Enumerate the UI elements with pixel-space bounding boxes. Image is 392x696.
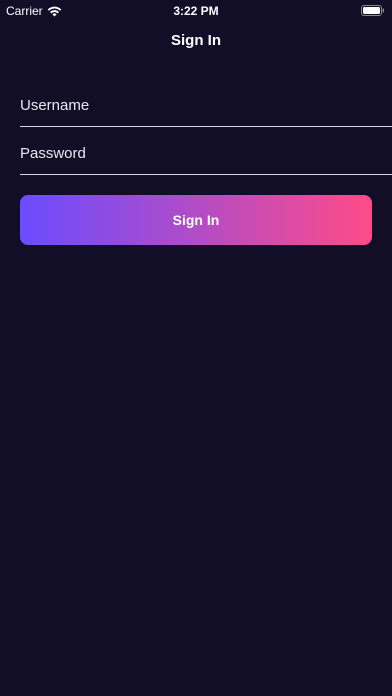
page-title: Sign In [171,32,221,49]
status-bar: Carrier 3:22 PM [0,0,392,22]
password-field [20,134,392,175]
password-input[interactable] [20,134,392,172]
sign-in-button[interactable]: Sign In [20,195,372,245]
username-field [20,86,392,127]
status-time: 3:22 PM [173,4,219,18]
username-input[interactable] [20,86,392,124]
battery-icon [361,5,384,16]
